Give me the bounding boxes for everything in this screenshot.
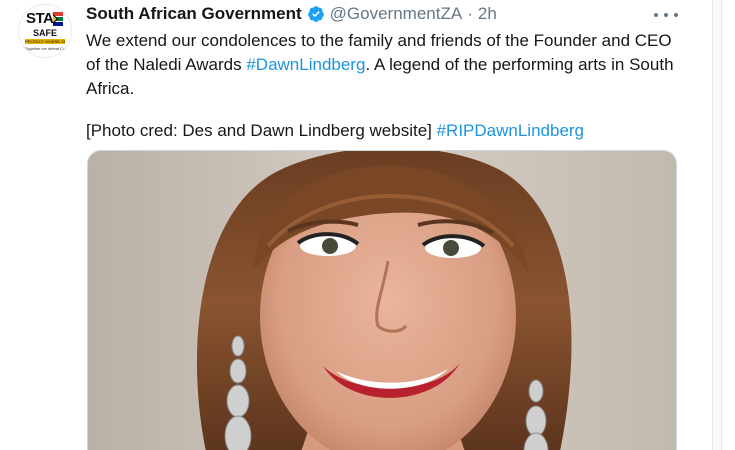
sa-flag-icon [53, 12, 63, 26]
tweet-text-paragraph-2: [Photo cred: Des and Dawn Lindberg websi… [86, 119, 686, 143]
right-sidebar [712, 0, 735, 450]
avatar-logo-sub: SAFE [32, 28, 57, 38]
tweet-photo[interactable] [87, 150, 677, 450]
tweet-text: We extend our condolences to the family … [86, 29, 686, 143]
avatar-logo-tagline: Together we defeat Covid-19 [25, 46, 65, 51]
tweet-text-paragraph-1: We extend our condolences to the family … [86, 29, 686, 101]
hashtag-dawnlindberg[interactable]: #DawnLindberg [246, 55, 365, 74]
separator-dot: · [467, 4, 473, 23]
author-display-name[interactable]: South African Government [86, 4, 302, 24]
portrait-photo [88, 151, 676, 450]
author-handle[interactable]: @GovernmentZA [330, 4, 463, 24]
tweet-timestamp[interactable]: 2h [478, 4, 497, 24]
tweet-header: South African Government @GovernmentZA ·… [86, 2, 497, 26]
more-dot [674, 13, 678, 17]
tweet-text-segment: [Photo cred: Des and Dawn Lindberg websi… [86, 121, 437, 140]
more-options-icon[interactable] [654, 6, 678, 24]
more-dot [654, 13, 658, 17]
page: STAY SAFE PROTECT WHERE SHOULD Together … [0, 0, 735, 450]
avatar[interactable]: STAY SAFE PROTECT WHERE SHOULD Together … [18, 4, 72, 58]
sidebar-card [721, 0, 735, 450]
hashtag-ripdawnlindberg[interactable]: #RIPDawnLindberg [437, 121, 584, 140]
verified-badge-icon [307, 6, 324, 22]
avatar-logo-banner: PROTECT WHERE SHOULD [25, 39, 65, 44]
more-dot [664, 13, 668, 17]
tweet[interactable]: STAY SAFE PROTECT WHERE SHOULD Together … [0, 0, 712, 450]
